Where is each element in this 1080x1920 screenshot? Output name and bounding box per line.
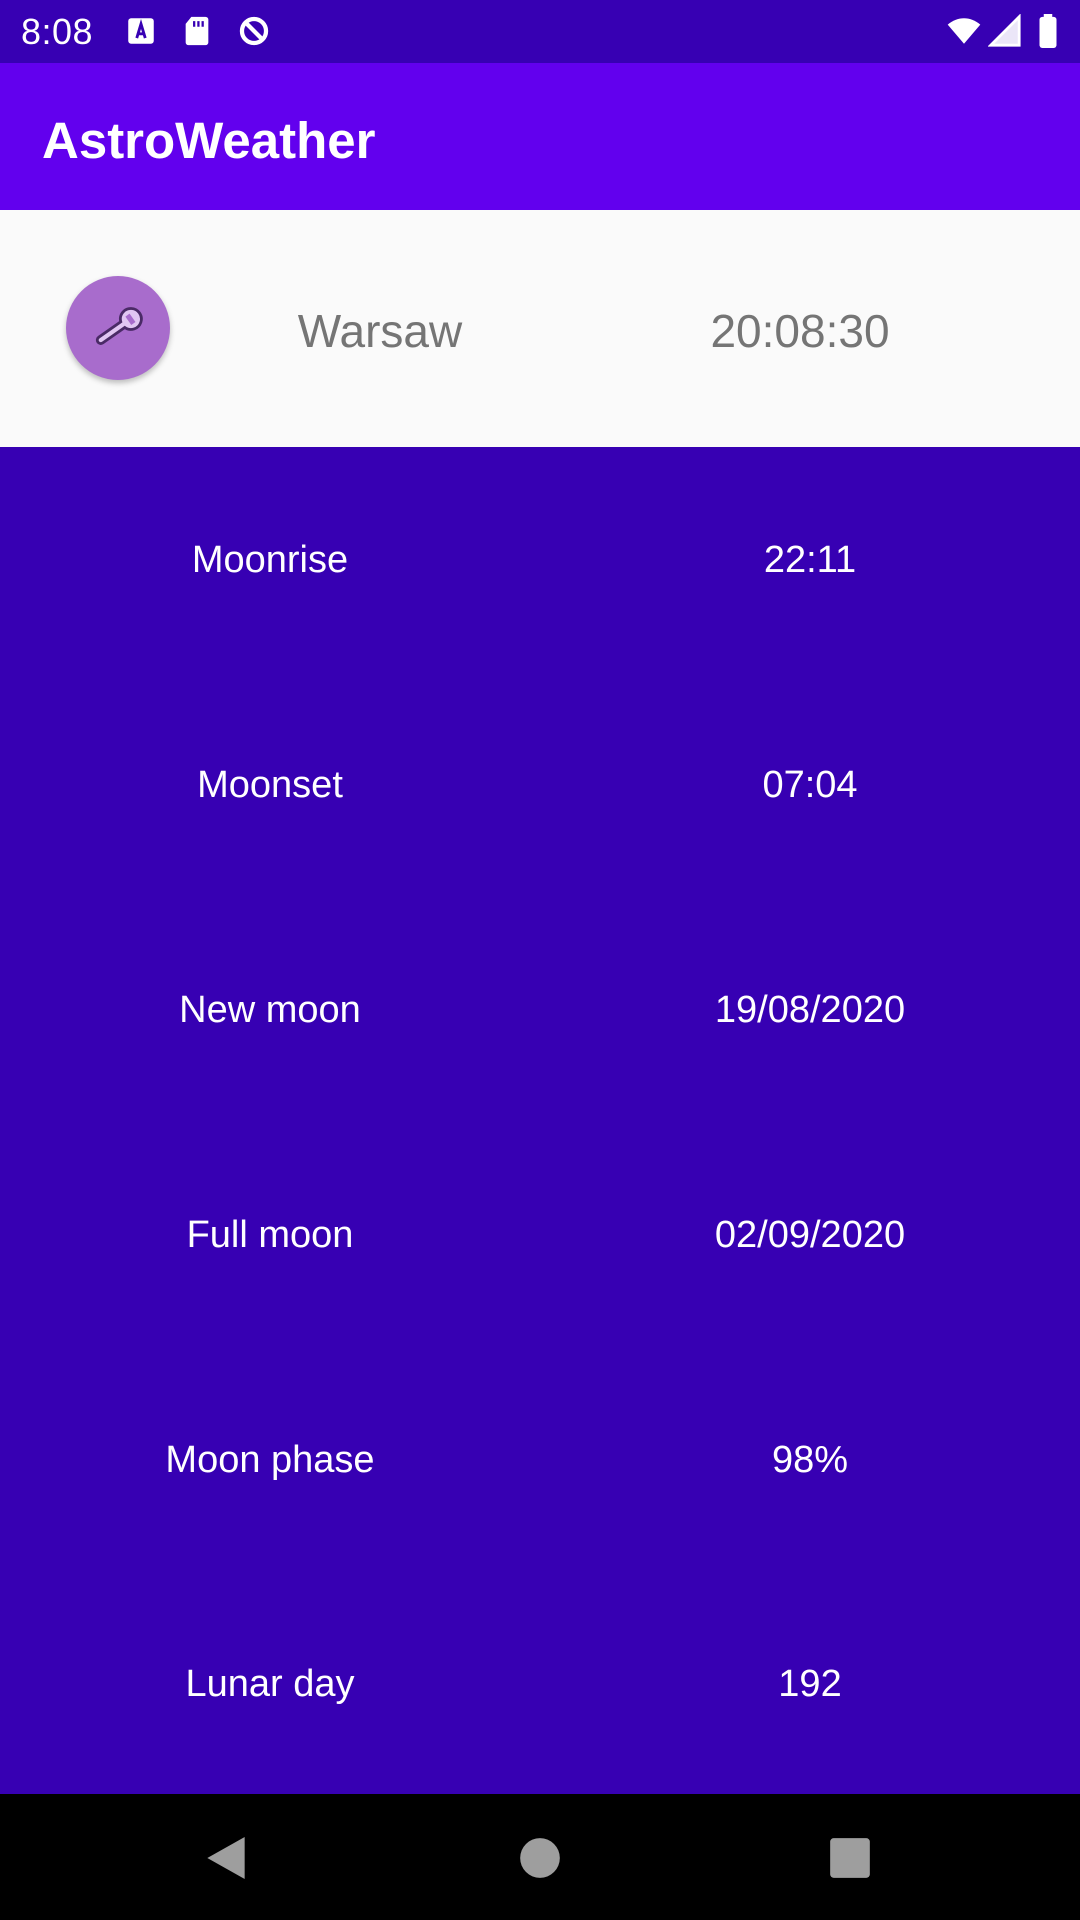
battery-icon — [1036, 14, 1060, 48]
moon-label: Moon phase — [165, 1439, 375, 1481]
wifi-icon — [944, 14, 984, 48]
app-title: AstroWeather — [42, 112, 376, 169]
moon-value: 02/09/2020 — [714, 1214, 906, 1256]
moon-value: 19/08/2020 — [714, 989, 906, 1031]
moon-row-moonrise: Moonrise 22:11 — [0, 530, 1080, 590]
home-button[interactable] — [512, 1830, 568, 1886]
status-time: 8:08 — [21, 11, 94, 52]
moon-value: 192 — [778, 1663, 842, 1705]
moon-info-list: Moonrise 22:11 Moonset 07:04 New moon 19… — [0, 447, 1080, 1794]
moon-label: Lunar day — [185, 1663, 355, 1705]
location-header: Warsaw 20:08:30 — [0, 210, 1080, 447]
moon-row-full-moon: Full moon 02/09/2020 — [0, 1205, 1080, 1265]
current-time: 20:08:30 — [710, 305, 890, 357]
moon-label: Moonrise — [191, 539, 349, 581]
recents-button[interactable] — [822, 1830, 878, 1886]
moon-row-new-moon: New moon 19/08/2020 — [0, 980, 1080, 1040]
moon-label: Moonset — [197, 764, 343, 806]
font-download-icon — [124, 14, 158, 48]
status-bar: 8:08 — [0, 0, 1080, 63]
sd-card-icon — [180, 14, 214, 48]
moon-row-moonset: Moonset 07:04 — [0, 755, 1080, 815]
city-name: Warsaw — [297, 305, 463, 357]
cellular-signal-icon — [988, 14, 1022, 48]
moon-value: 07:04 — [762, 764, 858, 806]
back-icon — [207, 1837, 245, 1879]
navigation-bar — [0, 1794, 1080, 1920]
moon-value: 22:11 — [763, 539, 857, 581]
moon-label: New moon — [179, 989, 361, 1031]
recents-icon — [830, 1838, 870, 1878]
vpn-icon — [237, 14, 271, 48]
app-bar: AstroWeather — [0, 63, 1080, 210]
wrench-icon — [95, 307, 143, 345]
moon-row-moon-phase: Moon phase 98% — [0, 1430, 1080, 1490]
settings-button[interactable] — [66, 276, 170, 380]
moon-label: Full moon — [186, 1214, 354, 1256]
moon-row-lunar-day: Lunar day 192 — [0, 1654, 1080, 1714]
home-icon — [520, 1838, 560, 1878]
moon-value: 98% — [771, 1439, 849, 1481]
back-button[interactable] — [198, 1830, 254, 1886]
